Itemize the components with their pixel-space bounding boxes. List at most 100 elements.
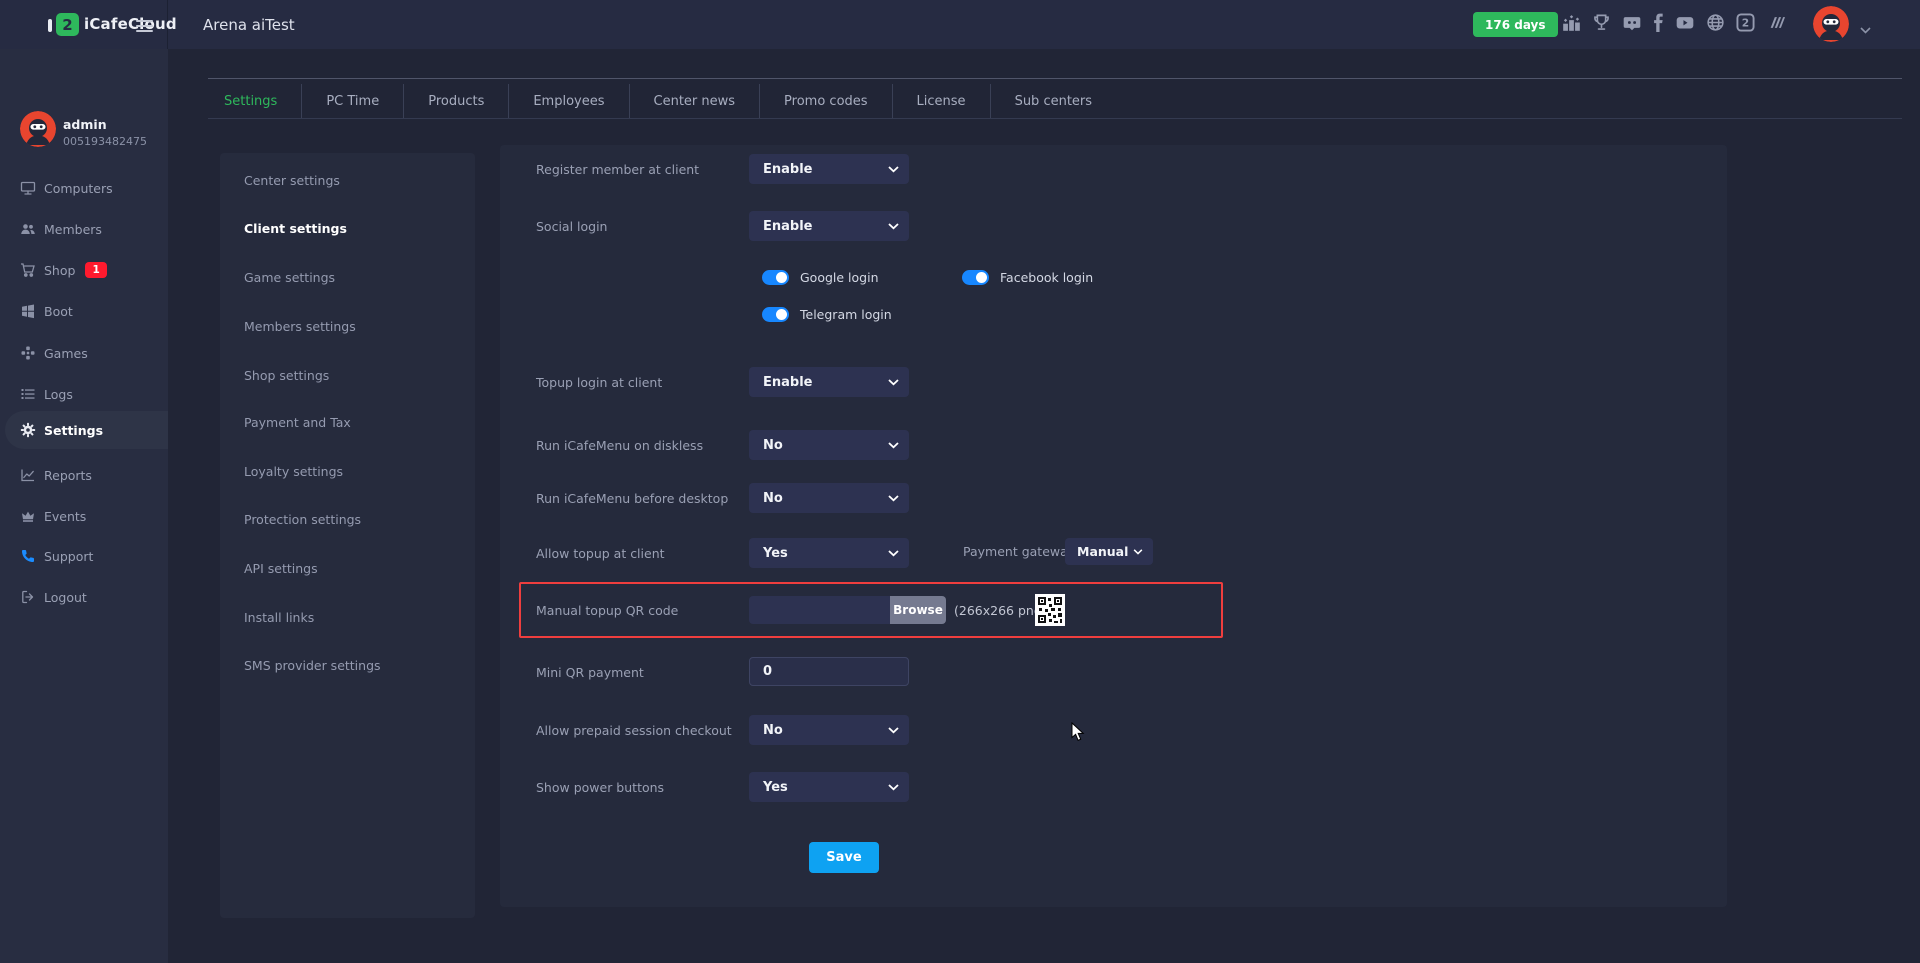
social-login-select[interactable]: Enable xyxy=(749,211,909,241)
user-avatar[interactable] xyxy=(1813,6,1849,42)
tab-pc-time[interactable]: PC Time xyxy=(302,84,404,118)
settings-nav-center-settings[interactable]: Center settings xyxy=(244,170,340,190)
sidebar-item-events[interactable]: Events xyxy=(0,497,168,535)
chevron-down-icon xyxy=(888,223,899,230)
chevron-down-icon xyxy=(1133,549,1143,555)
account-chevron-down-icon[interactable] xyxy=(1860,19,1871,38)
allow-prepaid-checkout-select[interactable]: No xyxy=(749,715,909,745)
brand-name: iCafeCloud xyxy=(84,15,177,33)
chevron-down-icon xyxy=(888,727,899,734)
topup-login-select[interactable]: Enable xyxy=(749,367,909,397)
settings-nav-members-settings[interactable]: Members settings xyxy=(244,316,356,336)
client-settings-form: Register member at client Enable Social … xyxy=(500,145,1727,907)
phone-icon xyxy=(20,548,36,564)
chevron-down-icon xyxy=(888,550,899,557)
brand-logo-square-icon: 2 xyxy=(56,13,79,36)
crown-icon xyxy=(20,508,36,524)
settings-nav-shop-settings[interactable]: Shop settings xyxy=(244,365,329,385)
chevron-down-icon xyxy=(888,495,899,502)
youtube-icon[interactable] xyxy=(1675,13,1695,32)
qr-code-thumbnail[interactable] xyxy=(1035,594,1065,626)
allow-topup-select[interactable]: Yes xyxy=(749,538,909,568)
logout-icon xyxy=(20,589,36,605)
settings-nav-install-links[interactable]: Install links xyxy=(244,607,314,627)
settings-nav-game-settings[interactable]: Game settings xyxy=(244,267,335,287)
gear-icon xyxy=(20,422,36,438)
browse-button[interactable]: Browse xyxy=(890,596,946,624)
settings-nav-protection-settings[interactable]: Protection settings xyxy=(244,509,361,529)
shop-count-badge: 1 xyxy=(85,262,106,278)
chart-icon xyxy=(20,467,36,483)
sidebar-item-support[interactable]: Support xyxy=(0,537,168,575)
chevron-down-icon xyxy=(888,784,899,791)
manual-topup-qr-label: Manual topup QR code xyxy=(536,595,678,625)
tab-center-news[interactable]: Center news xyxy=(630,84,761,118)
sidebar-item-shop[interactable]: Shop 1 xyxy=(0,251,168,289)
license-days-badge[interactable]: 176 days xyxy=(1473,12,1558,37)
app-window: 2 iCafeCloud Arena aiTest 176 days 2 adm… xyxy=(0,0,1920,963)
register-member-select[interactable]: Enable xyxy=(749,154,909,184)
topbar: 2 iCafeCloud Arena aiTest 176 days 2 xyxy=(0,0,1920,49)
trophy-icon[interactable] xyxy=(1592,13,1611,32)
sidebar-item-games[interactable]: Games xyxy=(0,334,168,372)
toggle-on-icon xyxy=(762,307,789,322)
facebook-login-toggle[interactable]: Facebook login xyxy=(962,270,1093,285)
allow-topup-label: Allow topup at client xyxy=(536,538,665,568)
settings-nav-panel: Center settings Client settings Game set… xyxy=(220,153,475,918)
icafemenu-diskless-select[interactable]: No xyxy=(749,430,909,460)
list-icon xyxy=(20,386,36,402)
mini-qr-payment-input[interactable] xyxy=(749,657,909,686)
show-power-buttons-select[interactable]: Yes xyxy=(749,772,909,802)
sidebar-item-logs[interactable]: Logs xyxy=(0,375,168,413)
register-member-label: Register member at client xyxy=(536,154,699,184)
sidebar-item-computers[interactable]: Computers xyxy=(0,169,168,207)
icafemenu-before-desktop-label: Run iCafeMenu before desktop xyxy=(536,483,728,513)
icafemenu-diskless-label: Run iCafeMenu on diskless xyxy=(536,430,703,460)
sidebar-item-boot[interactable]: Boot xyxy=(0,292,168,330)
hamburger-menu-icon[interactable] xyxy=(136,20,153,35)
settings-nav-payment-and-tax[interactable]: Payment and Tax xyxy=(244,412,351,432)
save-button[interactable]: Save xyxy=(809,842,879,873)
icafecloud-icon[interactable]: 2 xyxy=(1736,13,1755,32)
payment-gateway-label: Payment gateway xyxy=(963,537,1075,565)
brand-logo-icon xyxy=(48,19,52,32)
topup-login-label: Topup login at client xyxy=(536,367,662,397)
tab-sub-centers[interactable]: Sub centers xyxy=(991,84,1116,118)
tab-products[interactable]: Products xyxy=(404,84,509,118)
sidebar-item-logout[interactable]: Logout xyxy=(0,578,168,616)
tab-license[interactable]: License xyxy=(893,84,991,118)
layers-icon[interactable] xyxy=(1766,13,1786,32)
icafemenu-before-desktop-select[interactable]: No xyxy=(749,483,909,513)
facebook-icon[interactable] xyxy=(1653,13,1664,32)
sidebar: admin 005193482475 Computers Members Sho… xyxy=(0,49,168,963)
ranking-icon[interactable] xyxy=(1562,13,1581,32)
allow-prepaid-checkout-label: Allow prepaid session checkout xyxy=(536,715,732,745)
sidebar-user-avatar[interactable] xyxy=(20,111,56,147)
windows-icon xyxy=(20,303,36,319)
settings-nav-loyalty-settings[interactable]: Loyalty settings xyxy=(244,461,343,481)
google-login-toggle[interactable]: Google login xyxy=(762,270,879,285)
globe-icon[interactable] xyxy=(1706,13,1725,32)
chevron-down-icon xyxy=(888,166,899,173)
sidebar-item-reports[interactable]: Reports xyxy=(0,456,168,494)
topbar-icon-row: 2 xyxy=(1562,13,1786,32)
qr-size-hint: (266x266 png) xyxy=(954,596,1047,624)
telegram-login-toggle[interactable]: Telegram login xyxy=(762,307,892,322)
toggle-on-icon xyxy=(962,270,989,285)
tab-employees[interactable]: Employees xyxy=(509,84,629,118)
sidebar-user-id: 005193482475 xyxy=(63,135,147,148)
tab-settings[interactable]: Settings xyxy=(208,84,302,118)
payment-gateway-select[interactable]: Manual xyxy=(1065,538,1153,565)
settings-nav-sms-provider-settings[interactable]: SMS provider settings xyxy=(244,655,381,675)
show-power-buttons-label: Show power buttons xyxy=(536,772,664,802)
file-path-field[interactable] xyxy=(749,596,890,624)
users-icon xyxy=(20,221,36,237)
discord-icon[interactable] xyxy=(1622,13,1642,32)
mini-qr-payment-label: Mini QR payment xyxy=(536,657,644,687)
tab-promo-codes[interactable]: Promo codes xyxy=(760,84,893,118)
sidebar-item-members[interactable]: Members xyxy=(0,210,168,248)
settings-nav-api-settings[interactable]: API settings xyxy=(244,558,318,578)
sidebar-item-settings[interactable]: Settings xyxy=(5,411,168,449)
settings-nav-client-settings[interactable]: Client settings xyxy=(244,218,347,238)
qr-file-input[interactable]: Browse xyxy=(749,596,946,624)
